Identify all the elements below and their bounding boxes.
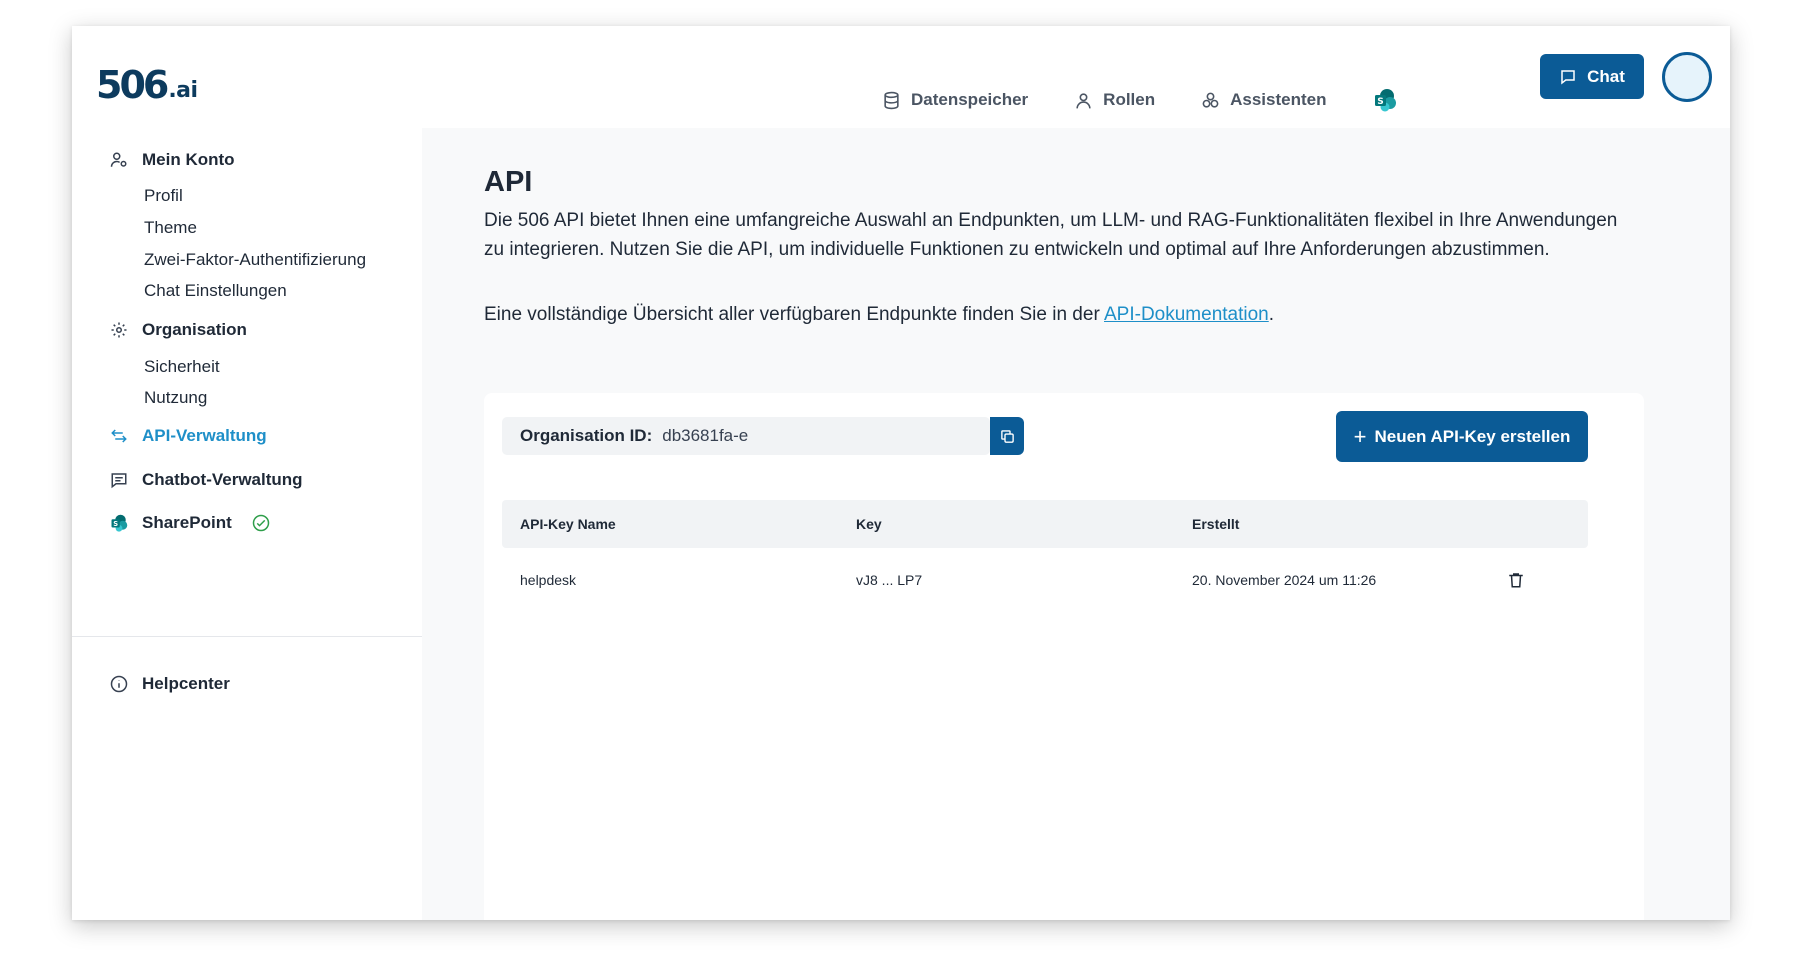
copy-button[interactable] bbox=[990, 417, 1024, 455]
sidebar-label: Chatbot-Verwaltung bbox=[142, 470, 303, 489]
nav-datenspeicher-label: Datenspeicher bbox=[911, 90, 1029, 109]
gear-icon bbox=[111, 322, 127, 338]
database-icon bbox=[884, 91, 899, 109]
logo-domain: .ai bbox=[168, 78, 198, 103]
organisation-id-field: Organisation ID: db3681fa-e bbox=[502, 417, 990, 455]
sidebar-label: Mein Konto bbox=[142, 150, 235, 169]
nav-datenspeicher[interactable]: Datenspeicher bbox=[882, 90, 1028, 110]
info-icon bbox=[110, 675, 128, 693]
nav-rollen-label: Rollen bbox=[1103, 90, 1156, 109]
plus-icon: + bbox=[1353, 423, 1367, 449]
app-window: 506 .ai Datenspeicher Rollen Assistenten… bbox=[72, 26, 1730, 920]
sidebar-label: Organisation bbox=[142, 320, 247, 339]
chat-button-label: Chat bbox=[1587, 66, 1625, 86]
table-header: API-Key Name Key Erstellt bbox=[502, 500, 1588, 548]
check-circle-icon bbox=[252, 514, 269, 532]
message-icon bbox=[111, 473, 127, 489]
sidebar-divider bbox=[72, 636, 422, 637]
sidebar-section-mein-konto[interactable]: Mein Konto bbox=[110, 150, 235, 170]
doc-hint-suffix: . bbox=[1268, 304, 1275, 325]
api-doc-link[interactable]: API-Dokumentation bbox=[1104, 304, 1269, 325]
trash-icon[interactable] bbox=[1507, 570, 1525, 590]
chat-button[interactable]: Chat bbox=[1540, 54, 1644, 99]
sharepoint-icon[interactable]: S bbox=[1373, 88, 1397, 112]
sidebar-item-zwei-faktor[interactable]: Zwei-Faktor-Authentifizierung bbox=[144, 250, 366, 270]
main-content: API Die 506 API bietet Ihnen eine umfang… bbox=[422, 128, 1730, 920]
svg-text:S: S bbox=[1377, 97, 1383, 107]
sidebar-label: Helpcenter bbox=[142, 674, 230, 693]
top-header: 506 .ai Datenspeicher Rollen Assistenten… bbox=[72, 26, 1730, 128]
new-api-key-label: Neuen API-Key erstellen bbox=[1374, 426, 1571, 446]
chat-icon bbox=[1561, 69, 1575, 85]
cell-name: helpdesk bbox=[520, 572, 577, 588]
cell-created: 20. November 2024 um 11:26 bbox=[1192, 572, 1377, 588]
copy-icon bbox=[1000, 429, 1014, 443]
sidebar-item-nutzung[interactable]: Nutzung bbox=[144, 388, 207, 408]
column-header-name: API-Key Name bbox=[520, 516, 616, 532]
sidebar-section-organisation[interactable]: Organisation bbox=[110, 320, 247, 340]
sidebar-item-theme[interactable]: Theme bbox=[144, 218, 197, 238]
page-description: Die 506 API bietet Ihnen eine umfangreic… bbox=[484, 210, 1618, 260]
page-title: API bbox=[484, 166, 533, 198]
sidebar-item-chat-einstellungen[interactable]: Chat Einstellungen bbox=[144, 281, 287, 301]
assistants-icon bbox=[1202, 92, 1219, 108]
sidebar-item-sharepoint[interactable]: S SharePoint bbox=[110, 513, 270, 533]
nav-assistenten-label: Assistenten bbox=[1230, 90, 1327, 109]
doc-hint-text: Eine vollständige Übersicht aller verfüg… bbox=[484, 304, 1104, 325]
user-icon bbox=[1076, 92, 1091, 108]
cell-key: vJ8 ... LP7 bbox=[856, 572, 923, 588]
organisation-id-label: Organisation ID: bbox=[520, 426, 653, 445]
table-row: helpdesk vJ8 ... LP7 20. November 2024 u… bbox=[502, 548, 1588, 612]
logo[interactable]: 506 .ai bbox=[96, 54, 198, 104]
doc-hint: Eine vollständige Übersicht aller verfüg… bbox=[484, 300, 1274, 329]
new-api-key-button[interactable]: + Neuen API-Key erstellen bbox=[1336, 411, 1588, 462]
sidebar-item-helpcenter[interactable]: Helpcenter bbox=[110, 674, 230, 694]
sidebar-item-chatbot-verwaltung[interactable]: Chatbot-Verwaltung bbox=[110, 470, 303, 490]
sharepoint-icon: S bbox=[111, 514, 128, 532]
organisation-id-value[interactable]: db3681fa-e bbox=[662, 426, 748, 446]
sidebar-label: API-Verwaltung bbox=[142, 426, 267, 445]
column-header-key: Key bbox=[856, 516, 882, 532]
svg-text:S: S bbox=[113, 520, 118, 528]
sidebar-item-profil[interactable]: Profil bbox=[144, 186, 183, 206]
nav-rollen[interactable]: Rollen bbox=[1074, 90, 1155, 110]
swap-arrows-icon bbox=[111, 429, 127, 443]
api-card: Organisation ID: db3681fa-e + Neuen API-… bbox=[484, 393, 1644, 920]
nav-assistenten[interactable]: Assistenten bbox=[1201, 90, 1327, 110]
sidebar-label: SharePoint bbox=[142, 513, 232, 532]
logo-number: 506 bbox=[96, 63, 169, 107]
sidebar-item-api-verwaltung[interactable]: API-Verwaltung bbox=[110, 426, 267, 446]
sidebar-item-sicherheit[interactable]: Sicherheit bbox=[144, 357, 220, 377]
column-header-created: Erstellt bbox=[1192, 516, 1240, 532]
top-nav: Datenspeicher Rollen Assistenten S bbox=[882, 88, 1397, 112]
avatar[interactable] bbox=[1662, 52, 1712, 102]
sidebar: Mein Konto Profil Theme Zwei-Faktor-Auth… bbox=[72, 128, 422, 920]
user-settings-icon bbox=[110, 152, 127, 167]
